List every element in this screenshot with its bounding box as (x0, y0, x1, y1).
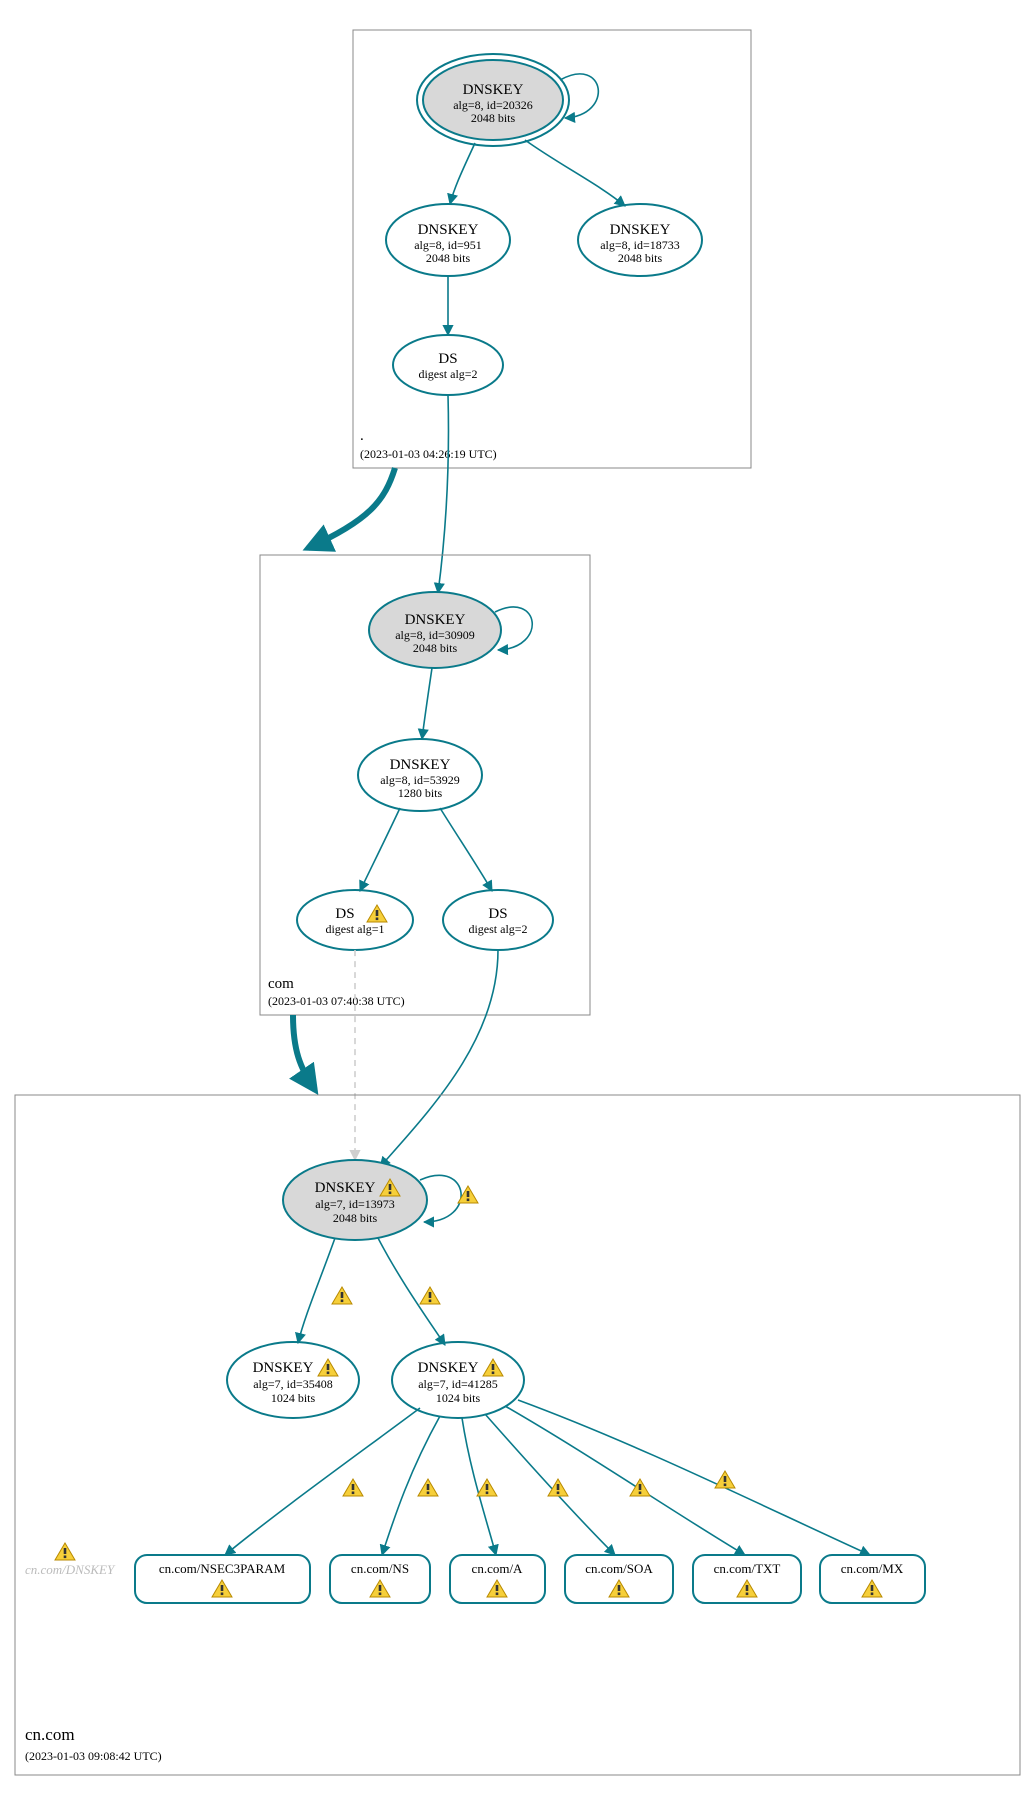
node-title: DNSKEY (463, 82, 524, 98)
svg-text:cn.com/TXT: cn.com/TXT (714, 1561, 781, 1576)
svg-text:2048 bits: 2048 bits (333, 1211, 378, 1225)
svg-text:2048 bits: 2048 bits (413, 641, 458, 655)
zone-com: DNSKEY alg=8, id=30909 2048 bits DNSKEY … (260, 555, 590, 1015)
svg-text:alg=8, id=18733: alg=8, id=18733 (600, 238, 680, 252)
edge-rootds-to-comksk (438, 395, 448, 593)
node-root-ksk[interactable]: DNSKEY alg=8, id=20326 2048 bits (417, 54, 569, 146)
edge-cnzsk-to-soa (485, 1414, 615, 1555)
svg-text:alg=7, id=41285: alg=7, id=41285 (418, 1377, 498, 1391)
svg-text:2048 bits: 2048 bits (426, 251, 471, 265)
edge-comds2-to-cnksk (380, 950, 498, 1167)
zone-root-name: . (360, 428, 364, 444)
svg-text:DS: DS (488, 906, 507, 922)
svg-text:cn.com/A: cn.com/A (472, 1561, 524, 1576)
svg-text:alg=7, id=35408: alg=7, id=35408 (253, 1377, 333, 1391)
edge-rootksk-to-18733 (525, 140, 625, 206)
svg-text:cn.com/MX: cn.com/MX (841, 1561, 904, 1576)
zone-cn-name: cn.com (25, 1725, 75, 1744)
edge-comzsk-to-ds1 (360, 808, 400, 891)
warning-icon (630, 1479, 650, 1496)
svg-text:DNSKEY: DNSKEY (315, 1180, 376, 1196)
warning-icon (420, 1287, 440, 1304)
zone-arrow-com-cn (293, 1015, 315, 1090)
warning-icon (343, 1479, 363, 1496)
detached-dnskey-label: cn.com/DNSKEY (25, 1543, 116, 1577)
node-com-ds2[interactable]: DS digest alg=2 (443, 890, 553, 950)
svg-text:DNSKEY: DNSKEY (405, 612, 466, 628)
node-com-ksk[interactable]: DNSKEY alg=8, id=30909 2048 bits (369, 592, 501, 668)
zone-com-ts: (2023-01-03 07:40:38 UTC) (268, 994, 405, 1008)
svg-text:cn.com/SOA: cn.com/SOA (585, 1561, 653, 1576)
edge-rootksk-to-951 (450, 143, 475, 204)
svg-text:1024 bits: 1024 bits (271, 1391, 316, 1405)
svg-text:digest alg=1: digest alg=1 (325, 922, 384, 936)
warning-icon (418, 1479, 438, 1496)
svg-text:alg=7, id=13973: alg=7, id=13973 (315, 1197, 395, 1211)
rr-soa[interactable]: cn.com/SOA (565, 1555, 673, 1603)
svg-text:DNSKEY: DNSKEY (253, 1360, 314, 1376)
edge-comksk-to-comzsk (422, 668, 432, 739)
svg-text:DNSKEY: DNSKEY (610, 222, 671, 238)
node-line1: alg=8, id=20326 (453, 98, 533, 112)
node-cn-zsk[interactable]: DNSKEY alg=7, id=41285 1024 bits (392, 1342, 524, 1418)
zone-root-ts: (2023-01-03 04:26:19 UTC) (360, 447, 497, 461)
svg-text:alg=8, id=951: alg=8, id=951 (414, 238, 482, 252)
zone-root: DNSKEY alg=8, id=20326 2048 bits DNSKEY … (353, 30, 751, 468)
warning-icon (332, 1287, 352, 1304)
rr-nsec3[interactable]: cn.com/NSEC3PARAM (135, 1555, 310, 1603)
svg-text:cn.com/NSEC3PARAM: cn.com/NSEC3PARAM (159, 1561, 286, 1576)
svg-text:DNSKEY: DNSKEY (418, 1360, 479, 1376)
node-root-ds[interactable]: DS digest alg=2 (393, 335, 503, 395)
edge-cnzsk-to-mx (518, 1400, 870, 1555)
node-line2: 2048 bits (471, 111, 516, 125)
svg-text:alg=8, id=30909: alg=8, id=30909 (395, 628, 475, 642)
edge-cnksk-to-35408 (298, 1238, 335, 1343)
edge-comzsk-to-ds2 (440, 808, 492, 891)
svg-text:digest alg=2: digest alg=2 (468, 922, 527, 936)
edge-cnksk-to-41285 (378, 1238, 445, 1345)
rr-a[interactable]: cn.com/A (450, 1555, 545, 1603)
node-cn-ksk[interactable]: DNSKEY alg=7, id=13973 2048 bits (283, 1160, 427, 1240)
rr-ns[interactable]: cn.com/NS (330, 1555, 430, 1603)
rr-txt[interactable]: cn.com/TXT (693, 1555, 801, 1603)
svg-text:digest alg=2: digest alg=2 (418, 367, 477, 381)
svg-text:DS: DS (335, 906, 354, 922)
svg-text:cn.com/NS: cn.com/NS (351, 1561, 409, 1576)
svg-text:1024 bits: 1024 bits (436, 1391, 481, 1405)
zone-cn-ts: (2023-01-03 09:08:42 UTC) (25, 1749, 162, 1763)
edge-cnzsk-to-nsec3 (225, 1408, 420, 1555)
svg-text:DNSKEY: DNSKEY (390, 757, 451, 773)
rr-mx[interactable]: cn.com/MX (820, 1555, 925, 1603)
svg-text:cn.com/DNSKEY: cn.com/DNSKEY (25, 1562, 116, 1577)
node-com-zsk[interactable]: DNSKEY alg=8, id=53929 1280 bits (358, 739, 482, 811)
zone-arrow-root-com (308, 468, 395, 548)
warning-icon (477, 1479, 497, 1496)
zone-cn: DNSKEY alg=7, id=13973 2048 bits DNSKEY … (15, 1095, 1020, 1775)
node-root-zsk-18733[interactable]: DNSKEY alg=8, id=18733 2048 bits (578, 204, 702, 276)
warning-icon (715, 1471, 735, 1488)
svg-text:DS: DS (438, 351, 457, 367)
zone-com-name: com (268, 976, 294, 992)
warning-icon (55, 1543, 75, 1560)
svg-text:2048 bits: 2048 bits (618, 251, 663, 265)
node-root-zsk-951[interactable]: DNSKEY alg=8, id=951 2048 bits (386, 204, 510, 276)
svg-text:1280 bits: 1280 bits (398, 786, 443, 800)
svg-text:DNSKEY: DNSKEY (418, 222, 479, 238)
node-com-ds1[interactable]: DS digest alg=1 (297, 890, 413, 950)
node-cn-zsk-35408[interactable]: DNSKEY alg=7, id=35408 1024 bits (227, 1342, 359, 1418)
svg-text:alg=8, id=53929: alg=8, id=53929 (380, 773, 460, 787)
